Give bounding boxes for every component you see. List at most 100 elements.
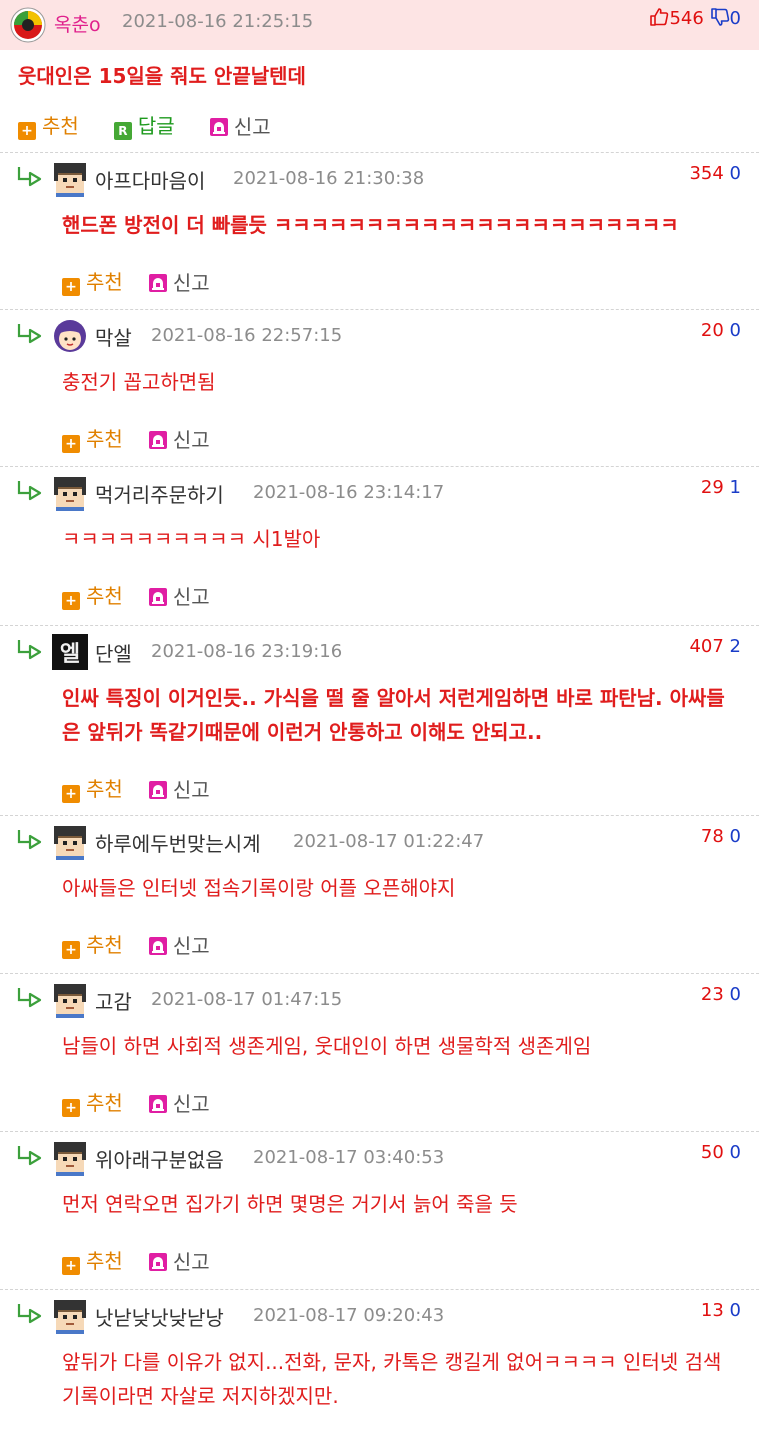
comment-date: 2021-08-17 09:20:43 (253, 1305, 445, 1326)
comment-date: 2021-08-17 03:40:53 (253, 1147, 445, 1168)
report-button[interactable]: 신고 (148, 581, 210, 610)
reply-arrow-icon (16, 1144, 44, 1166)
recommend-label: 추천 (86, 584, 123, 608)
post-author-nick[interactable]: 옥춘o (54, 10, 101, 37)
reply-button[interactable]: R 답글 (113, 110, 175, 140)
comment-upvote-count: 354 (689, 163, 724, 184)
pixel-face-icon[interactable] (52, 824, 88, 860)
comment-actions: + 추천 신고 (62, 423, 236, 453)
comment-votes: 29 1 (701, 477, 741, 498)
report-label: 신고 (172, 1249, 210, 1274)
comment-author-nick[interactable]: 먹거리주문하기 (95, 479, 224, 508)
comment-upvote-count: 50 (700, 1142, 724, 1163)
report-button[interactable]: 신고 (148, 424, 210, 453)
recommend-label: 추천 (86, 777, 123, 801)
report-label: 신고 (172, 584, 210, 609)
report-button[interactable]: 신고 (148, 930, 210, 959)
reply-arrow-icon (16, 479, 44, 501)
comment-downvote-count: 0 (729, 163, 741, 184)
el-text-icon[interactable]: 엘 (52, 634, 88, 670)
recommend-button[interactable]: + 추천 (62, 1245, 123, 1275)
comment-votes: 20 0 (701, 320, 741, 341)
reply-label: 답글 (137, 114, 175, 138)
comment-body: 충전기 꼽고하면됨 (62, 370, 216, 394)
plus-icon: + (62, 592, 80, 610)
reply-arrow-icon (16, 1302, 44, 1324)
comment-date: 2021-08-17 01:47:15 (151, 989, 343, 1010)
siren-icon (148, 936, 167, 955)
thumbs-up-icon[interactable] (649, 7, 669, 27)
pixel-face-icon[interactable] (52, 1298, 88, 1334)
report-label: 신고 (172, 777, 210, 802)
girl-face-icon[interactable] (52, 318, 88, 354)
report-button[interactable]: 신고 (148, 1246, 210, 1275)
comment-votes: 23 0 (701, 984, 741, 1005)
comment-votes: 50 0 (701, 1142, 741, 1163)
pixel-face-icon[interactable] (52, 982, 88, 1018)
plus-icon: + (62, 1099, 80, 1117)
comment-upvote-count: 20 (700, 320, 724, 341)
recommend-button[interactable]: + 추천 (18, 110, 79, 140)
comment-author-nick[interactable]: 하루에두번맞는시계 (95, 828, 261, 857)
comment-upvote-count: 407 (689, 636, 724, 657)
report-button[interactable]: 신고 (148, 774, 210, 803)
comment-actions: + 추천 신고 (62, 1245, 236, 1275)
recommend-label: 추천 (86, 1091, 123, 1115)
comment-author-nick[interactable]: 아프다마음이 (95, 165, 205, 194)
comment-body: 먼저 연락오면 집가기 하면 몇명은 거기서 늙어 죽을 듯 (62, 1192, 518, 1216)
siren-icon (148, 587, 167, 606)
comment-author-nick[interactable]: 위아래구분없음 (95, 1144, 224, 1173)
comment-date: 2021-08-16 22:57:15 (151, 325, 343, 346)
recommend-button[interactable]: + 추천 (62, 773, 123, 803)
comment-upvote-count: 23 (700, 984, 724, 1005)
comment-downvote-count: 0 (729, 984, 741, 1005)
comment-item: 낫낟낮낫낮낟낭 2021-08-17 09:20:43 13 0 앞뒤가 다를 이유가… (0, 1289, 759, 1440)
comment-item: 막살 2021-08-16 22:57:15 20 0 충전기 꼽고하면됨 + 추천 신고 (0, 309, 759, 466)
level-badge-icon[interactable] (10, 7, 46, 43)
plus-icon: + (62, 1257, 80, 1275)
comment-author-nick[interactable]: 고감 (95, 986, 132, 1015)
reply-arrow-icon (16, 322, 44, 344)
comment-votes: 354 0 (689, 163, 741, 184)
post-upvote-count: 546 (669, 8, 704, 29)
thumbs-down-icon[interactable] (710, 7, 730, 27)
comment-downvote-count: 2 (729, 636, 741, 657)
siren-icon (148, 430, 167, 449)
reply-arrow-icon (16, 638, 44, 660)
comment-date: 2021-08-16 21:30:38 (233, 168, 425, 189)
recommend-button[interactable]: + 추천 (62, 266, 123, 296)
comment-downvote-count: 0 (729, 1300, 741, 1321)
comment-body: 아싸들은 인터넷 접속기록이랑 어플 오픈해야지 (62, 876, 456, 900)
recommend-button[interactable]: + 추천 (62, 1087, 123, 1117)
post-actions: + 추천 R 답글 신고 (18, 110, 301, 140)
comment-item: 엘 단엘 2021-08-16 23:19:16 407 2 인싸 특징이 이거인듯..… (0, 625, 759, 815)
report-button[interactable]: 신고 (209, 111, 271, 140)
pixel-face-icon[interactable] (52, 1140, 88, 1176)
svg-text:엘: 엘 (60, 642, 80, 667)
comment-date: 2021-08-16 23:14:17 (253, 482, 445, 503)
comment-body: 핸드폰 방전이 더 빠를듯 ㅋㅋㅋㅋㅋㅋㅋㅋㅋㅋㅋㅋㅋㅋㅋㅋㅋㅋㅋㅋㅋㅋ (62, 213, 679, 237)
pixel-face-icon[interactable] (52, 475, 88, 511)
pixel-face-icon[interactable] (52, 161, 88, 197)
recommend-button[interactable]: + 추천 (62, 580, 123, 610)
plus-icon: + (62, 941, 80, 959)
comment-body: 인싸 특징이 이거인듯.. 가식을 떨 줄 알아서 저런게임하면 바로 파탄남.… (62, 686, 725, 744)
comment-upvote-count: 78 (700, 826, 724, 847)
report-label: 신고 (172, 270, 210, 295)
plus-icon: + (62, 278, 80, 296)
siren-icon (148, 273, 167, 292)
reply-icon: R (113, 122, 132, 140)
comment-votes: 78 0 (701, 826, 741, 847)
comment-author-nick[interactable]: 단엘 (95, 638, 132, 667)
siren-icon (209, 117, 228, 136)
comment-author-nick[interactable]: 막살 (95, 322, 132, 351)
report-button[interactable]: 신고 (148, 267, 210, 296)
report-button[interactable]: 신고 (148, 1088, 210, 1117)
comment-item: 먹거리주문하기 2021-08-16 23:14:17 29 1 ㅋㅋㅋㅋㅋㅋㅋㅋㅋㅋ… (0, 466, 759, 624)
comment-item: 하루에두번맞는시계 2021-08-17 01:22:47 78 0 아싸들은 인터넷… (0, 815, 759, 973)
recommend-button[interactable]: + 추천 (62, 929, 123, 959)
comment-author-nick[interactable]: 낫낟낮낫낮낟낭 (95, 1302, 224, 1331)
report-label: 신고 (172, 1091, 210, 1116)
recommend-button[interactable]: + 추천 (62, 423, 123, 453)
siren-icon (148, 1252, 167, 1271)
